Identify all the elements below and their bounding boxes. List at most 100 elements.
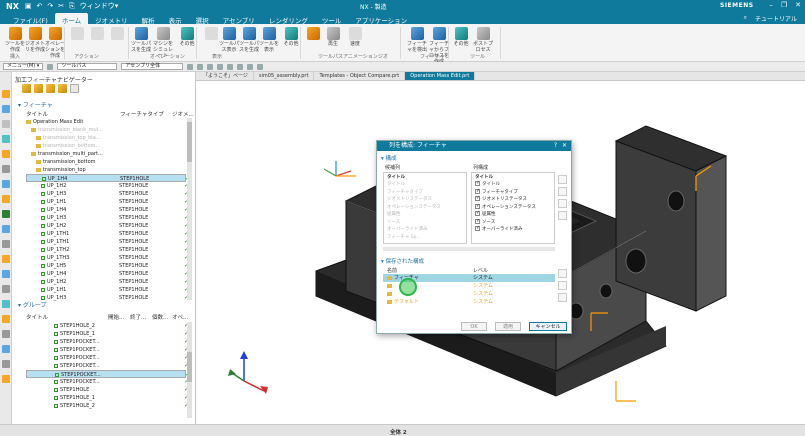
candidate-columns-list[interactable]: タイトル タイトル フィーチャタイプ ジオメトリステータス オペレーションステータス従… — [383, 172, 467, 244]
feature-row[interactable]: UP_1H2STEP1HOLE✓ — [26, 278, 189, 286]
assembly-filter-select[interactable]: アセンブリ全体 — [121, 63, 184, 70]
add-column-button[interactable] — [558, 199, 567, 208]
configured-column-item[interactable]: フィーチャタイプ — [475, 188, 518, 196]
ribbon-button[interactable]: ジオメトリを作成 — [24, 27, 46, 53]
feature-tool-icon[interactable] — [58, 84, 67, 93]
resource-bar-icon[interactable] — [2, 180, 10, 188]
ribbon-button[interactable]: その他 — [280, 27, 302, 47]
configured-column-item[interactable]: オペレーションステータス — [475, 203, 536, 211]
snap-icon[interactable] — [247, 63, 254, 70]
col-feature-type[interactable]: フィーチャタイプ — [120, 110, 164, 118]
document-tab[interactable]: Operation Mass Edit.prt — [405, 72, 476, 80]
menu-tab[interactable]: ジオメトリ — [88, 13, 135, 25]
ribbon-button[interactable]: ツールパスを生成 — [130, 27, 152, 53]
feature-row[interactable]: transmission_bottom... — [26, 142, 186, 150]
feature-row[interactable]: UP_1H3STEP1HOLE✓ — [26, 294, 189, 302]
feature-row[interactable]: UP_1H1STEP1HOLE✓ — [26, 286, 189, 294]
candidate-column-item[interactable]: オーバーライド済み — [387, 226, 427, 233]
group-col-start[interactable]: 開始... — [108, 313, 124, 321]
ribbon-button[interactable] — [302, 27, 324, 41]
column-checkbox[interactable] — [475, 180, 480, 187]
candidate-column-item[interactable]: ジオメトリステータス — [387, 196, 432, 203]
ribbon-button[interactable]: オペレーションを作成 — [44, 27, 66, 59]
group-section-header[interactable]: ▾ グループ — [18, 300, 47, 309]
group-col-operation[interactable]: オペ... — [172, 313, 188, 321]
column-checkbox[interactable] — [475, 195, 480, 202]
group-row[interactable]: STEP1POCKET...✓ — [26, 370, 190, 378]
document-tab[interactable]: sim05_assembly.prt — [254, 72, 315, 80]
menu-tab[interactable]: 選択 — [189, 13, 216, 25]
group-col-end[interactable]: 終了... — [130, 313, 146, 321]
menu-dropdown[interactable]: メニュー(M) ▾ — [3, 63, 44, 70]
resource-bar-icon[interactable] — [2, 315, 10, 323]
configured-column-item[interactable]: ジオメトリステータス — [475, 195, 527, 203]
ribbon-button[interactable]: ツールパス表示 — [218, 27, 240, 53]
reset-config-button[interactable] — [558, 293, 567, 302]
feature-row[interactable]: UP_1H2STEP1HOLE✓ — [26, 182, 189, 190]
feature-row[interactable]: UP_1H4STEP1HOLE✓ — [26, 174, 190, 182]
configured-columns-list[interactable]: タイトル タイトルフィーチャタイプジオメトリステータスオペレーションステータス従… — [471, 172, 555, 244]
resource-bar-icon[interactable] — [2, 255, 10, 263]
saved-config-row[interactable]: デフォルト システム — [383, 298, 555, 306]
minimize-icon[interactable]: – — [769, 1, 773, 9]
column-checkbox[interactable] — [475, 225, 480, 232]
resource-bar-icon[interactable] — [2, 165, 10, 173]
feature-scrollbar[interactable] — [187, 118, 192, 300]
group-row[interactable]: STEP1POCKET...✓ — [26, 346, 189, 354]
group-col-count[interactable]: 個数... — [152, 313, 168, 321]
delete-config-button[interactable] — [558, 281, 567, 290]
candidate-column-item[interactable]: ソース — [387, 219, 400, 226]
feature-row[interactable]: UP_1H5STEP1HOLE✓ — [26, 262, 189, 270]
resource-bar-icon[interactable] — [2, 285, 10, 293]
feature-tool-icon[interactable] — [22, 84, 31, 93]
menu-tab[interactable]: ツール — [315, 13, 349, 25]
saved-config-section-header[interactable]: ▾ 保存された構成 — [381, 257, 424, 265]
column-checkbox[interactable] — [475, 188, 480, 195]
resource-bar-icon[interactable] — [2, 240, 10, 248]
group-row[interactable]: STEP1HOLE✓ — [26, 386, 189, 394]
group-row[interactable]: STEP1POCKET...✓ — [26, 354, 189, 362]
menu-tab[interactable]: アセンブリ — [216, 13, 262, 25]
candidate-column-item[interactable]: 従属性 — [387, 211, 401, 218]
feature-row[interactable]: transmission_multi_part... — [26, 150, 186, 158]
ribbon-button[interactable]: ツールを表示 — [258, 27, 280, 53]
feature-row[interactable]: UP_1H1STEP1HOLE✓ — [26, 198, 189, 206]
col-geometry-status[interactable]: ジオメ... — [172, 110, 194, 118]
snap-icon[interactable] — [217, 63, 224, 70]
group-row[interactable]: STEP1HOLE_1✓ — [26, 330, 189, 338]
move-up-button[interactable] — [558, 175, 567, 184]
resource-bar-icon[interactable] — [2, 345, 10, 353]
group-row[interactable]: STEP1POCKET...✓ — [26, 338, 189, 346]
dialog-title-bar[interactable]: 列を構成: フィーチャ ? ✕ — [377, 141, 571, 151]
menu-tab[interactable]: ホーム — [54, 13, 89, 25]
candidate-column-item[interactable]: フィーチャ Sp... — [387, 234, 421, 241]
ribbon-button[interactable]: 再生 — [322, 27, 344, 47]
document-tab[interactable]: 「ようこそ」ページ — [198, 72, 254, 80]
snap-icon[interactable] — [237, 63, 244, 70]
menu-tab[interactable]: レンダリング — [262, 13, 315, 25]
ribbon-button[interactable] — [106, 27, 128, 41]
feature-row[interactable]: transmission_top — [26, 166, 186, 174]
resource-bar-icon[interactable] — [2, 300, 10, 308]
feature-row[interactable]: UP_1H3STEP1HOLE✓ — [26, 190, 189, 198]
ribbon-button[interactable]: フィーチャを検出 — [406, 27, 428, 53]
resource-bar-icon[interactable] — [2, 360, 10, 368]
feature-row[interactable]: Operation Mass Edit — [26, 118, 186, 126]
snap-icon[interactable] — [257, 63, 264, 70]
type-filter-select[interactable]: ツールパス — [57, 63, 118, 70]
feature-row[interactable]: UP_1H2STEP1HOLE✓ — [26, 222, 189, 230]
resource-bar-icon[interactable] — [2, 375, 10, 383]
feature-tool-icon[interactable] — [34, 84, 43, 93]
column-checkbox[interactable] — [475, 203, 480, 210]
save-config-button[interactable] — [558, 269, 567, 278]
feature-row[interactable]: UP_1H4STEP1HOLE✓ — [26, 270, 189, 278]
ribbon-button[interactable]: ポストプロセス — [472, 27, 494, 53]
remove-column-button[interactable] — [558, 211, 567, 220]
ribbon-button[interactable]: その他 — [450, 27, 472, 47]
candidate-column-item[interactable]: タイトル — [387, 181, 405, 188]
close-icon[interactable]: ✕ — [795, 1, 801, 9]
dialog-close-icon[interactable]: ✕ — [562, 141, 567, 151]
col-title[interactable]: タイトル — [26, 110, 48, 118]
group-scrollbar[interactable] — [187, 322, 192, 418]
ribbon-button[interactable]: 速度 — [344, 27, 366, 47]
